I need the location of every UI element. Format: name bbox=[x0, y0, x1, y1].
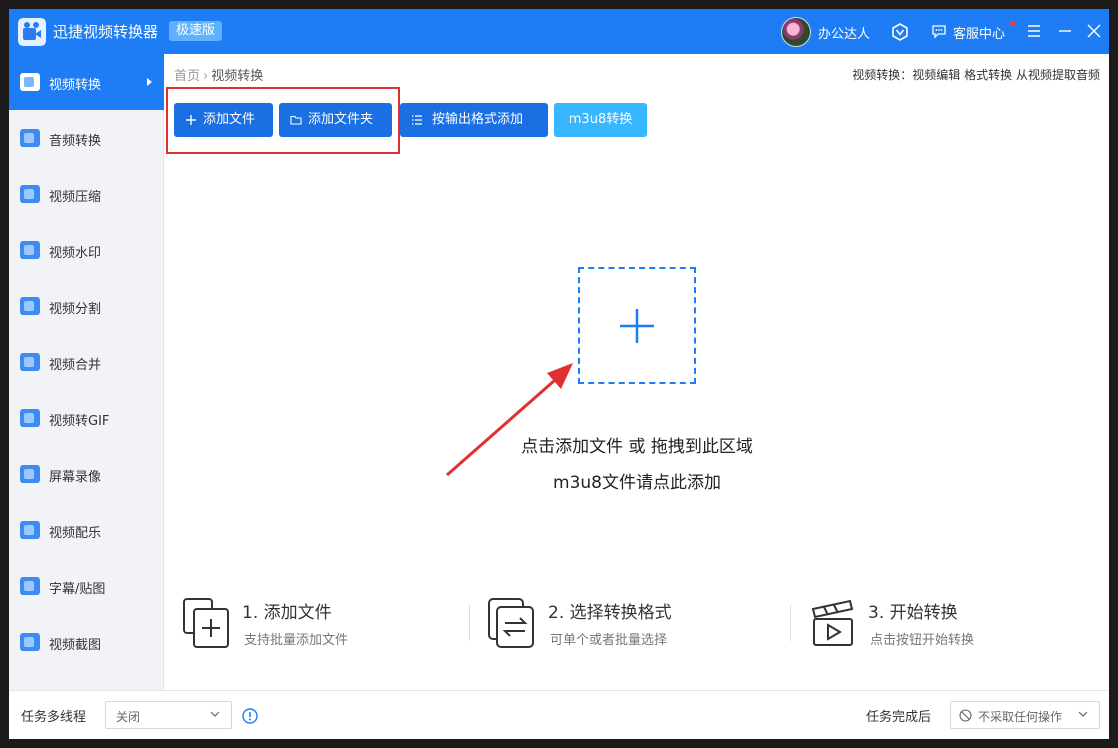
sidebar-item-label: 视频转GIF bbox=[49, 414, 110, 429]
step-1-desc: 支持批量添加文件 bbox=[244, 633, 349, 648]
drop-hint: 点击添加文件 或 拖拽到此区域 bbox=[521, 437, 753, 457]
plus-icon bbox=[620, 309, 654, 343]
breadcrumb-home[interactable]: 首页 bbox=[174, 69, 200, 84]
add-by-format-button[interactable]: 按输出格式添加 bbox=[400, 103, 548, 137]
sidebar-item-label: 视频配乐 bbox=[49, 526, 102, 541]
drop-zone[interactable] bbox=[578, 267, 696, 384]
folder-icon bbox=[290, 115, 302, 125]
sidebar-item-subtitle-sticker[interactable]: 字幕/贴图 bbox=[9, 558, 164, 614]
step-3-title: 3. 开始转换 bbox=[868, 603, 958, 623]
video-merge-icon bbox=[20, 353, 40, 371]
quick-links: 视频转换：视频编辑 格式转换 从视频提取音频 bbox=[852, 66, 1100, 83]
step-3-desc: 点击按钮开始转换 bbox=[870, 633, 975, 648]
app-title: 迅捷视频转换器 bbox=[53, 23, 159, 41]
add-by-format-label: 按输出格式添加 bbox=[432, 112, 524, 127]
add-file-label: 添加文件 bbox=[203, 112, 256, 127]
subtitle-icon bbox=[20, 577, 40, 595]
close-icon[interactable] bbox=[1087, 24, 1101, 38]
app-logo-icon bbox=[18, 18, 46, 46]
user-avatar[interactable] bbox=[781, 17, 811, 47]
breadcrumb: 首页 › 视频转换 bbox=[174, 69, 264, 84]
vip-icon[interactable] bbox=[891, 23, 909, 41]
breadcrumb-current: 视频转换 bbox=[211, 69, 264, 84]
quick-link-format-convert[interactable]: 格式转换 bbox=[964, 68, 1012, 82]
chat-icon[interactable] bbox=[931, 23, 947, 39]
edition-badge: 极速版 bbox=[169, 21, 223, 41]
customer-service-link[interactable]: 客服中心 bbox=[953, 23, 1005, 42]
multithread-label: 任务多线程 bbox=[21, 710, 87, 725]
quick-link-extract-audio[interactable]: 从视频提取音频 bbox=[1016, 68, 1100, 82]
step-divider bbox=[469, 605, 470, 641]
plus-icon bbox=[186, 115, 196, 125]
video-convert-icon bbox=[20, 73, 40, 91]
sidebar-item-label: 视频转换 bbox=[49, 78, 102, 93]
list-icon bbox=[412, 115, 422, 125]
sidebar-item-video-split[interactable]: 视频分割 bbox=[9, 278, 164, 334]
app-window: 迅捷视频转换器 极速版 办公达人 客服中心 视频转换 音频转换 视频压缩 视频水… bbox=[9, 9, 1109, 739]
sidebar-item-label: 视频分割 bbox=[49, 302, 102, 317]
after-complete-label: 任务完成后 bbox=[866, 710, 932, 725]
sidebar-item-video-convert[interactable]: 视频转换 bbox=[9, 54, 164, 110]
ban-icon bbox=[959, 709, 972, 722]
step-1-title: 1. 添加文件 bbox=[242, 603, 332, 623]
chevron-right-icon bbox=[147, 78, 152, 86]
notification-dot bbox=[1010, 21, 1015, 26]
sidebar-item-label: 视频压缩 bbox=[49, 190, 102, 205]
sidebar-item-label: 视频截图 bbox=[49, 638, 102, 653]
quick-links-prefix: 视频转换： bbox=[852, 68, 913, 82]
username[interactable]: 办公达人 bbox=[818, 23, 870, 42]
watermark-icon bbox=[20, 241, 40, 259]
add-file-step-icon bbox=[183, 598, 229, 648]
sidebar-item-label: 视频合并 bbox=[49, 358, 102, 373]
pointer-arrow-icon bbox=[446, 363, 573, 477]
clapperboard-icon bbox=[811, 599, 854, 646]
info-icon[interactable] bbox=[242, 708, 258, 724]
m3u8-hint[interactable]: m3u8文件请点此添加 bbox=[9, 468, 1109, 493]
step-2-desc: 可单个或者批量选择 bbox=[550, 633, 668, 648]
sidebar-item-video-screenshot[interactable]: 视频截图 bbox=[9, 614, 164, 670]
bottom-bar: 任务多线程 关闭 任务完成后 不采取任何操作 bbox=[9, 690, 1109, 739]
title-bar: 迅捷视频转换器 极速版 办公达人 客服中心 bbox=[9, 9, 1109, 54]
gif-icon bbox=[20, 409, 40, 427]
screenshot-icon bbox=[20, 633, 40, 651]
sidebar: 视频转换 音频转换 视频压缩 视频水印 视频分割 视频合并 视频转GIF 屏幕录… bbox=[9, 54, 164, 690]
multithread-select[interactable]: 关闭 bbox=[105, 701, 232, 729]
quick-link-video-edit[interactable]: 视频编辑 bbox=[912, 68, 960, 82]
add-folder-label: 添加文件夹 bbox=[308, 112, 374, 127]
minimize-icon[interactable] bbox=[1058, 24, 1072, 38]
m3u8-convert-button[interactable]: m3u8转换 bbox=[554, 103, 647, 137]
add-folder-button[interactable]: 添加文件夹 bbox=[279, 103, 392, 137]
step-divider bbox=[790, 605, 791, 641]
sidebar-item-audio-convert[interactable]: 音频转换 bbox=[9, 110, 164, 166]
sidebar-item-video-watermark[interactable]: 视频水印 bbox=[9, 222, 164, 278]
audio-convert-icon bbox=[20, 129, 40, 147]
format-step-icon bbox=[488, 598, 534, 648]
chevron-down-icon bbox=[1078, 711, 1088, 717]
after-complete-select[interactable]: 不采取任何操作 bbox=[950, 701, 1100, 729]
sidebar-item-video-merge[interactable]: 视频合并 bbox=[9, 334, 164, 390]
sidebar-item-label: 视频水印 bbox=[49, 246, 102, 261]
multithread-value: 关闭 bbox=[116, 710, 141, 724]
sidebar-item-video-compress[interactable]: 视频压缩 bbox=[9, 166, 164, 222]
after-complete-value: 不采取任何操作 bbox=[978, 710, 1063, 724]
sidebar-item-label: 音频转换 bbox=[49, 134, 102, 149]
video-split-icon bbox=[20, 297, 40, 315]
m3u8-convert-label: m3u8转换 bbox=[568, 112, 633, 127]
music-icon bbox=[20, 521, 40, 539]
video-compress-icon bbox=[20, 185, 40, 203]
add-file-button[interactable]: 添加文件 bbox=[174, 103, 273, 137]
chevron-down-icon bbox=[210, 711, 220, 717]
menu-icon[interactable] bbox=[1027, 24, 1041, 38]
step-2-title: 2. 选择转换格式 bbox=[548, 603, 672, 623]
sidebar-item-label: 字幕/贴图 bbox=[49, 582, 106, 597]
sidebar-item-video-music[interactable]: 视频配乐 bbox=[9, 502, 164, 558]
